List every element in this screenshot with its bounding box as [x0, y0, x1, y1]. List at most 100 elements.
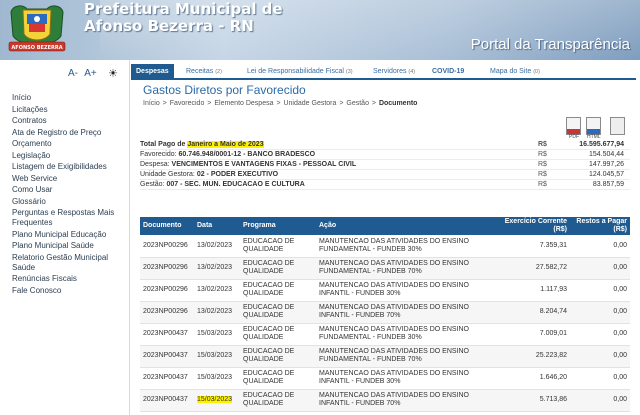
table-row[interactable]: 2023NP00296 13/02/2023 EDUCACAO DE QUALIDA…: [140, 279, 630, 302]
breadcrumb: Início > Favorecido > Elemento Despesa >…: [143, 100, 417, 107]
breadcrumb-link[interactable]: Favorecido: [170, 100, 205, 107]
cell-acao[interactable]: MANUTENCAO DAS ATIVIDADES DO ENSINO FUND…: [316, 235, 496, 258]
tab-item[interactable]: COVID-19: [427, 64, 469, 80]
summary-row: Favorecido: 60.746.948/0001-12 - BANCO B…: [140, 150, 630, 160]
breadcrumb-current: Documento: [378, 100, 418, 107]
summary-value: 02 - PODER EXECUTIVO: [196, 171, 279, 178]
cell-programa[interactable]: EDUCACAO DE QUALIDADE: [240, 279, 316, 302]
cell-exercicio-corrente-text: 25.223,82: [535, 352, 567, 359]
cell-documento-text: 2023NP00296: [143, 241, 188, 249]
cell-data: 15/03/2023: [194, 389, 240, 412]
cell-data: 15/03/2023: [194, 367, 240, 390]
summary-value: VENCIMENTOS E VANTAGENS FIXAS - PESSOAL …: [171, 161, 357, 168]
pdf-export-icon[interactable]: [566, 117, 581, 135]
table-row[interactable]: 2023NP00437 15/03/2023 EDUCACAO DE QUALIDA…: [140, 367, 630, 390]
cell-programa[interactable]: EDUCACAO DE QUALIDADE: [240, 323, 316, 346]
total-label: Total Pago de: [140, 141, 188, 148]
col-data[interactable]: Data: [194, 217, 240, 235]
sidebar-link[interactable]: Ata de Registro de Preço: [12, 128, 128, 138]
sidebar-link[interactable]: Fale Conosco: [12, 286, 128, 296]
sidebar-link[interactable]: Início: [12, 93, 128, 103]
coat-of-arms-logo[interactable]: AFONSO BEZERRA: [3, 2, 71, 56]
table-row[interactable]: 2023NP00437 15/03/2023 EDUCACAO DE QUALIDA…: [140, 389, 630, 412]
contrast-toggle-icon[interactable]: ☀: [108, 67, 118, 80]
cell-exercicio-corrente: 7.359,31: [496, 235, 570, 258]
sidebar-link[interactable]: Web Service: [12, 174, 128, 184]
cell-exercicio-corrente-text: 7.359,31: [539, 241, 567, 249]
sidebar-link[interactable]: Plano Municipal Saúde: [12, 241, 128, 251]
cell-documento: 2023NP00296: [140, 257, 194, 280]
cell-programa[interactable]: EDUCACAO DE QUALIDADE: [240, 301, 316, 324]
cell-exercicio-corrente: 1.117,93: [496, 279, 570, 302]
cell-documento: 2023NP00296: [140, 279, 194, 302]
summary-panel: Total Pago de Janeiro a Maio de 2023 R$ …: [140, 140, 630, 190]
cell-acao-text: MANUTENCAO DAS ATIVIDADES DO ENSINO INFA…: [319, 304, 470, 319]
font-increase-button[interactable]: A+: [84, 68, 97, 79]
sidebar-link[interactable]: Renúncias Fiscais: [12, 274, 128, 284]
col-acao[interactable]: Ação: [316, 217, 496, 235]
cell-acao[interactable]: MANUTENCAO DAS ATIVIDADES DO ENSINO INFA…: [316, 367, 496, 390]
cell-restos-a-pagar-text: 0,00: [613, 396, 627, 403]
total-period: Janeiro a Maio de 2023: [187, 141, 264, 148]
table-row[interactable]: 2023NP00296 13/02/2023 EDUCACAO DE QUALIDA…: [140, 235, 630, 258]
cell-programa[interactable]: EDUCACAO DE QUALIDADE: [240, 235, 316, 258]
tab-item[interactable]: Receitas (2): [181, 64, 227, 80]
col-documento[interactable]: Documento: [140, 217, 194, 235]
breadcrumb-link[interactable]: Início: [143, 100, 160, 107]
col-programa[interactable]: Programa: [240, 217, 316, 235]
cell-programa[interactable]: EDUCACAO DE QUALIDADE: [240, 367, 316, 390]
sidebar-link[interactable]: Listagem de Exigibilidades: [12, 162, 128, 172]
cell-exercicio-corrente: 27.582,72: [496, 257, 570, 280]
font-decrease-button[interactable]: A-: [68, 68, 78, 79]
sidebar-link[interactable]: Relatorio Gestão Municipal Saúde: [12, 253, 128, 273]
summary-amount: 124.045,57: [588, 171, 624, 178]
breadcrumb-link[interactable]: Unidade Gestora: [283, 100, 336, 107]
table-row[interactable]: 2023NP00437 15/03/2023 EDUCACAO DE QUALIDA…: [140, 345, 630, 368]
cell-programa[interactable]: EDUCACAO DE QUALIDADE: [240, 345, 316, 368]
cell-programa[interactable]: EDUCACAO DE QUALIDADE: [240, 389, 316, 412]
sidebar-link[interactable]: Licitações: [12, 105, 128, 115]
sidebar-link[interactable]: Glossário: [12, 197, 128, 207]
cell-acao[interactable]: MANUTENCAO DAS ATIVIDADES DO ENSINO INFA…: [316, 301, 496, 324]
html-export-icon[interactable]: [586, 117, 601, 135]
cell-programa[interactable]: EDUCACAO DE QUALIDADE: [240, 257, 316, 280]
table-row[interactable]: 2023NP00296 13/02/2023 EDUCACAO DE QUALIDA…: [140, 301, 630, 324]
sidebar-nav: Início Licitações Contratos Ata de Registro…: [12, 93, 128, 297]
total-value: 16.595.677,94: [579, 141, 624, 148]
cell-acao[interactable]: MANUTENCAO DAS ATIVIDADES DO ENSINO INFA…: [316, 279, 496, 302]
tab-item[interactable]: Mapa do Site (0): [485, 64, 545, 80]
sidebar-link[interactable]: Perguntas e Respostas Mais Frequentes: [12, 208, 128, 228]
table-row[interactable]: 2023NP00437 15/03/2023 EDUCACAO DE QUALIDA…: [140, 323, 630, 346]
cell-acao[interactable]: MANUTENCAO DAS ATIVIDADES DO ENSINO INFA…: [316, 389, 496, 412]
cell-exercicio-corrente: 1.646,20: [496, 367, 570, 390]
col-restos-a-pagar[interactable]: Restos a Pagar (R$): [570, 217, 630, 235]
cell-acao-text: MANUTENCAO DAS ATIVIDADES DO ENSINO FUND…: [319, 260, 470, 275]
sidebar-link[interactable]: Plano Municipal Educação: [12, 230, 128, 240]
print-icon[interactable]: [610, 117, 625, 135]
summary-amount: 83.857,59: [592, 181, 624, 188]
cell-exercicio-corrente-text: 27.582,72: [535, 264, 567, 271]
tab-item[interactable]: Despesas: [131, 64, 174, 80]
sidebar-link[interactable]: Contratos: [12, 116, 128, 126]
table-row[interactable]: 2023NP00296 13/02/2023 EDUCACAO DE QUALIDA…: [140, 257, 630, 280]
breadcrumb-link[interactable]: Elemento Despesa: [214, 100, 273, 107]
tab-count: (3): [345, 69, 353, 75]
city-title-line1: Prefeitura Municipal de: [84, 0, 283, 18]
table-header-row: Documento Data Programa Ação Exercício C…: [140, 217, 630, 235]
sidebar-link[interactable]: Orçamento: [12, 139, 128, 149]
summary-row: Unidade Gestora: 02 - PODER EXECUTIVO R$ 1…: [140, 170, 630, 180]
cell-exercicio-corrente-text: 5.713,86: [539, 396, 567, 403]
sidebar-link[interactable]: Como Usar: [12, 185, 128, 195]
tab-item[interactable]: Lei de Responsabilidade Fiscal (3): [242, 64, 358, 80]
tab-label: Despesas: [136, 68, 169, 75]
cell-data-text: 15/03/2023: [197, 352, 233, 359]
cell-restos-a-pagar: 0,00: [570, 323, 630, 346]
tab-item[interactable]: Servidores (4): [368, 64, 420, 80]
cell-acao[interactable]: MANUTENCAO DAS ATIVIDADES DO ENSINO FUND…: [316, 345, 496, 368]
cell-acao-text: MANUTENCAO DAS ATIVIDADES DO ENSINO FUND…: [319, 348, 470, 363]
sidebar-link[interactable]: Legislação: [12, 151, 128, 161]
col-exercicio-corrente[interactable]: Exercício Corrente (R$): [496, 217, 570, 235]
breadcrumb-link[interactable]: Gestão: [346, 100, 369, 107]
cell-acao[interactable]: MANUTENCAO DAS ATIVIDADES DO ENSINO FUND…: [316, 257, 496, 280]
cell-acao[interactable]: MANUTENCAO DAS ATIVIDADES DO ENSINO FUND…: [316, 323, 496, 346]
